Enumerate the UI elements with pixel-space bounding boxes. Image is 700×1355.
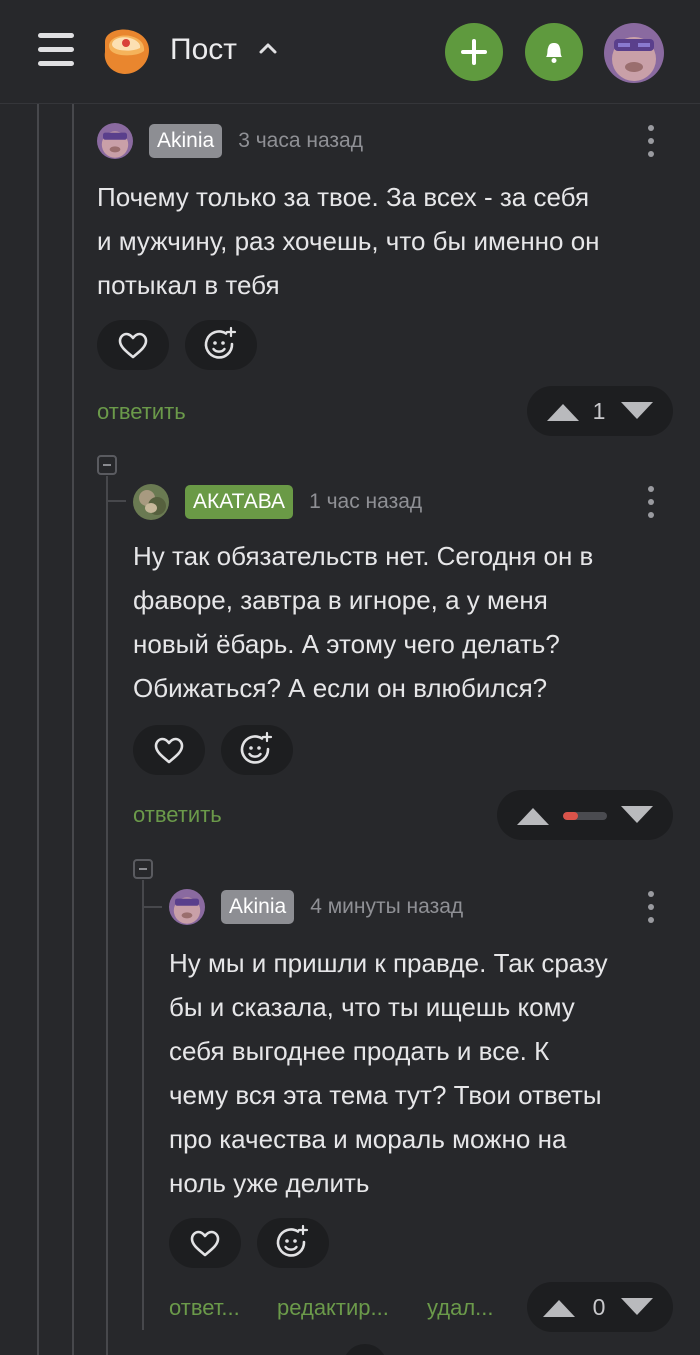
comment-text-line: Почему только за твое. За всех - за себя	[97, 182, 590, 212]
comment-text-line: чему вся эта тема тут? Твои ответы	[169, 1080, 602, 1110]
reply-button[interactable]: ответить	[97, 399, 186, 425]
author-name[interactable]: Akinia	[149, 124, 223, 158]
comment-text: Ну так обязательств нет. Сегодня он в фа…	[133, 534, 673, 710]
comment-text-line: Ну мы и пришли к правде. Так сразу	[169, 948, 608, 978]
author-name[interactable]: АКАТАВА	[185, 485, 294, 519]
collapse-thread-button[interactable]	[97, 455, 117, 475]
comment-text-line: фаворе, завтра в игноре, а у меня	[133, 585, 548, 615]
timestamp[interactable]: 4 минуты назад	[310, 895, 463, 919]
avatar[interactable]	[169, 889, 205, 925]
user-avatar[interactable]	[604, 23, 664, 83]
comment-text-line: и мужчину, раз хочешь, что бы именно он	[97, 226, 600, 256]
top-bar: Пост	[0, 0, 700, 104]
collapse-thread-button[interactable]	[133, 859, 153, 879]
downvote-icon[interactable]	[613, 386, 663, 436]
reply-button[interactable]: ответ...	[169, 1295, 240, 1321]
comment-text-line: про качества и мораль можно на	[169, 1124, 567, 1154]
delete-button[interactable]: удал...	[427, 1295, 494, 1321]
chevron-up-icon[interactable]	[257, 39, 279, 57]
rating-bar	[563, 812, 607, 820]
vote-control	[497, 790, 673, 840]
timestamp[interactable]: 3 часа назад	[238, 129, 363, 153]
thread-line	[142, 906, 162, 908]
menu-icon[interactable]	[38, 33, 74, 67]
like-button[interactable]	[169, 1218, 241, 1268]
comment-text-line: Обижаться? А если он влюбился?	[133, 673, 548, 703]
upvote-icon[interactable]	[509, 790, 559, 840]
add-reaction-button[interactable]	[185, 320, 257, 370]
comment-header: Akinia 4 минуты назад	[169, 889, 463, 925]
page-title[interactable]: Пост	[170, 33, 237, 67]
more-icon[interactable]	[647, 891, 655, 923]
upvote-icon[interactable]	[535, 1282, 585, 1332]
avatar[interactable]	[97, 123, 133, 159]
emoji-add-icon	[276, 1224, 309, 1257]
thread-line	[72, 104, 74, 1355]
comment: АКАТАВА 1 час назад Ну так обязательств …	[133, 484, 673, 844]
vote-control: 1	[527, 386, 673, 436]
more-icon[interactable]	[647, 486, 655, 518]
emoji-add-icon	[240, 731, 273, 764]
pikabu-logo[interactable]	[99, 24, 153, 78]
emoji-add-icon	[204, 326, 237, 359]
reply-button[interactable]: ответить	[133, 802, 222, 828]
comment-header: АКАТАВА 1 час назад	[133, 484, 422, 520]
like-button[interactable]	[97, 320, 169, 370]
edit-button[interactable]: редактир...	[277, 1295, 389, 1321]
heart-icon	[154, 737, 184, 764]
comment: Akinia 4 минуты назад Ну мы и пришли к п…	[169, 889, 673, 1332]
comment-header: Akinia 3 часа назад	[97, 123, 363, 159]
comment-text-line: себя выгоднее продать и все. К	[169, 1036, 550, 1066]
comment-text: Ну мы и пришли к правде. Так сразу бы и …	[169, 941, 673, 1205]
comment: Akinia 3 часа назад Почему только за тво…	[97, 123, 673, 443]
rating-score: 0	[592, 1294, 606, 1320]
avatar[interactable]	[133, 484, 169, 520]
thread-line	[37, 104, 39, 1355]
comment-text: Почему только за твое. За всех - за себя…	[97, 175, 673, 307]
vote-control: 0	[527, 1282, 673, 1332]
comment-text-line: ноль уже делить	[169, 1168, 370, 1198]
downvote-icon[interactable]	[613, 790, 663, 840]
comment-text-line: потыкал в тебя	[97, 270, 280, 300]
bell-icon	[546, 43, 562, 63]
heart-icon	[118, 332, 148, 359]
downvote-icon[interactable]	[613, 1282, 663, 1332]
add-reaction-button[interactable]	[257, 1218, 329, 1268]
more-icon[interactable]	[647, 125, 655, 157]
thread-line	[142, 880, 144, 1330]
add-reaction-button[interactable]	[221, 725, 293, 775]
notifications-button[interactable]	[525, 23, 583, 81]
comment-text-line: Ну так обязательств нет. Сегодня он в	[133, 541, 594, 571]
upvote-icon[interactable]	[539, 386, 589, 436]
heart-icon	[190, 1230, 220, 1257]
scroll-up-button[interactable]	[343, 1344, 387, 1355]
comment-text-line: бы и сказала, что ты ищешь кому	[169, 992, 575, 1022]
timestamp[interactable]: 1 час назад	[309, 490, 422, 514]
add-post-button[interactable]	[445, 23, 503, 81]
rating-score: 1	[592, 398, 606, 424]
plus-icon	[461, 39, 487, 65]
author-name[interactable]: Akinia	[221, 890, 295, 924]
comment-text-line: новый ёбарь. А этому чего делать?	[133, 629, 560, 659]
thread-line	[106, 476, 108, 1355]
thread-line	[106, 500, 126, 502]
like-button[interactable]	[133, 725, 205, 775]
